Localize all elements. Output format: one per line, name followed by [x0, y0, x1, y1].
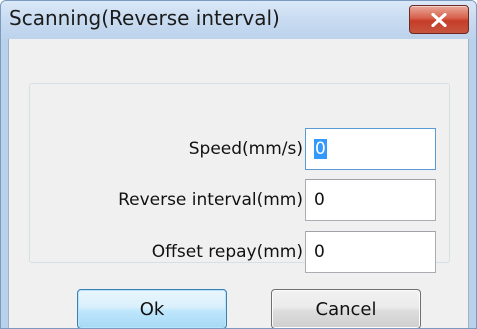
cancel-button-label: Cancel	[315, 298, 377, 320]
title-bar[interactable]: Scanning(Reverse interval)	[1, 1, 476, 39]
speed-input-value: 0	[314, 139, 327, 159]
ok-button[interactable]: Ok	[77, 289, 227, 328]
offset-repay-label: Offset repay(mm)	[151, 242, 303, 262]
ok-button-label: Ok	[139, 298, 165, 320]
speed-input[interactable]: 0	[305, 128, 436, 170]
close-icon	[430, 12, 448, 27]
close-button[interactable]	[409, 5, 469, 34]
reverse-interval-input[interactable]	[305, 179, 436, 221]
reverse-interval-label: Reverse interval(mm)	[118, 190, 303, 210]
dialog-body: Speed(mm/s) 0 Reverse interval(mm) Offse…	[8, 39, 469, 328]
window-title: Scanning(Reverse interval)	[9, 6, 280, 30]
cancel-button[interactable]: Cancel	[271, 289, 421, 328]
speed-label: Speed(mm/s)	[188, 139, 303, 159]
dialog-window: Scanning(Reverse interval) Speed(mm/s) 0…	[0, 0, 477, 329]
offset-repay-input[interactable]	[305, 231, 436, 273]
